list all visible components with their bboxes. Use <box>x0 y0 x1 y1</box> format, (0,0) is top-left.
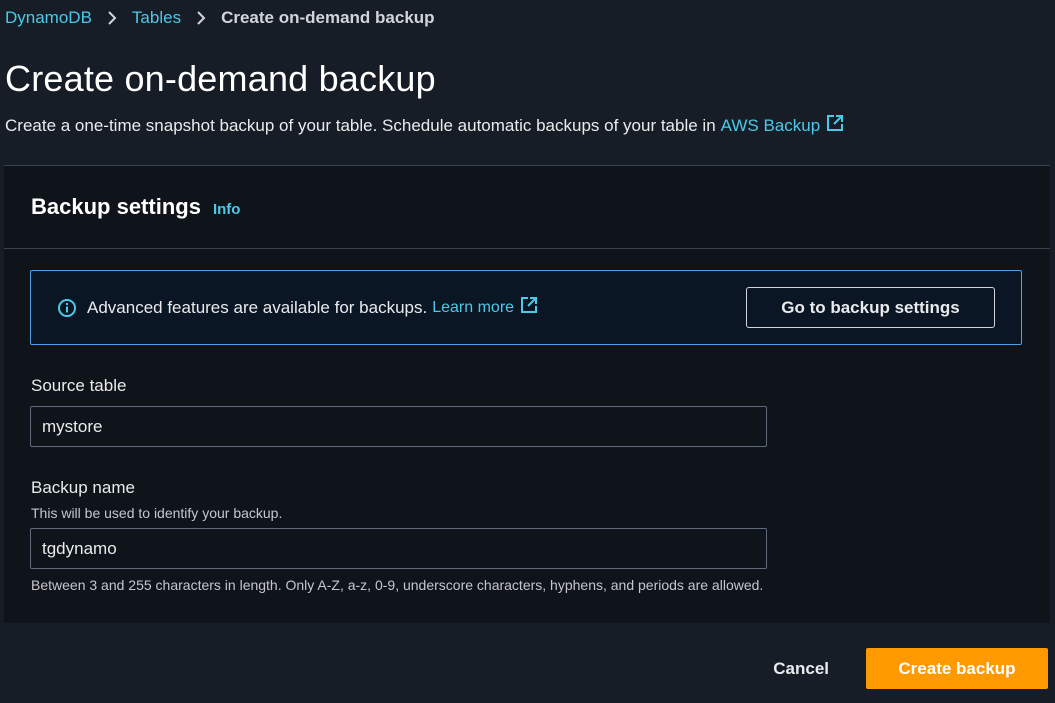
info-circle-icon <box>57 298 77 318</box>
learn-more-link[interactable]: Learn more <box>432 296 538 319</box>
breadcrumb-dynamodb[interactable]: DynamoDB <box>5 8 92 28</box>
backup-settings-header: Backup settings Info <box>4 166 1050 249</box>
backup-settings-heading: Backup settings <box>31 194 201 219</box>
source-table-input[interactable] <box>30 406 767 447</box>
cancel-button[interactable]: Cancel <box>773 659 829 679</box>
aws-backup-link-label: AWS Backup <box>720 115 821 135</box>
backup-name-description: This will be used to identify your backu… <box>31 505 283 521</box>
aws-backup-link[interactable]: AWS Backup <box>721 114 845 137</box>
info-link[interactable]: Info <box>213 201 241 218</box>
breadcrumb-tables[interactable]: Tables <box>132 8 181 28</box>
breadcrumb: DynamoDB Tables Create on-demand backup <box>5 6 435 30</box>
backup-name-constraint: Between 3 and 255 characters in length. … <box>31 577 764 593</box>
form-actions: Cancel Create backup <box>773 648 1048 689</box>
breadcrumb-current: Create on-demand backup <box>221 8 435 27</box>
backup-name-label: Backup name <box>31 478 135 497</box>
chevron-right-icon <box>92 10 132 26</box>
external-link-icon <box>520 296 538 319</box>
page-title: Create on-demand backup <box>5 58 436 99</box>
chevron-right-icon <box>181 10 221 26</box>
external-link-icon <box>826 114 844 137</box>
page-description: Create a one-time snapshot backup of you… <box>5 114 844 137</box>
create-backup-button[interactable]: Create backup <box>866 648 1048 689</box>
backup-settings-container: Backup settings Info Advanced features a… <box>4 165 1050 623</box>
alert-text: Advanced features are available for back… <box>87 297 428 317</box>
learn-more-label: Learn more <box>432 298 515 316</box>
go-to-backup-settings-button[interactable]: Go to backup settings <box>746 287 995 328</box>
advanced-features-alert: Advanced features are available for back… <box>30 270 1022 345</box>
source-table-label: Source table <box>31 376 127 395</box>
backup-name-input[interactable] <box>30 528 767 569</box>
page-description-text: Create a one-time snapshot backup of you… <box>5 115 716 135</box>
